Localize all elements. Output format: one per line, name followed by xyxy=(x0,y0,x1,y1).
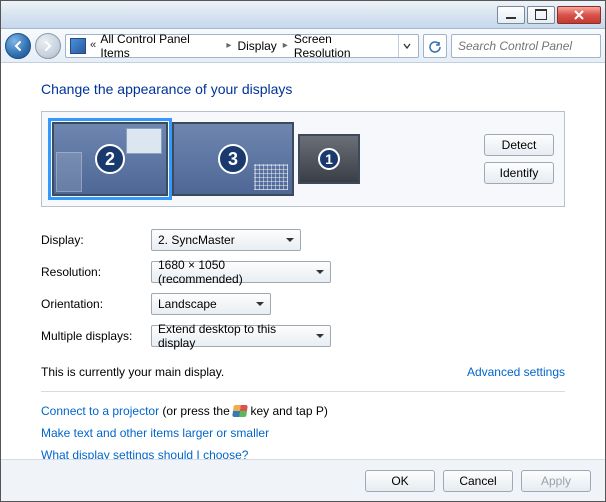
address-breadcrumb[interactable]: « All Control Panel Items ▸ Display ▸ Sc… xyxy=(65,34,419,58)
main-display-status: This is currently your main display. xyxy=(41,365,224,379)
projector-hint-a: (or press the xyxy=(159,404,233,418)
resolution-row: Resolution: 1680 × 1050 (recommended) xyxy=(41,261,565,283)
chevron-right-icon: ▸ xyxy=(281,40,290,51)
status-row: This is currently your main display. Adv… xyxy=(41,357,565,392)
search-input[interactable] xyxy=(456,38,606,54)
minimize-button[interactable] xyxy=(497,6,525,24)
monitor-2[interactable]: 2 xyxy=(52,122,168,196)
window-titlebar xyxy=(1,1,605,29)
calendar-thumbnail xyxy=(254,164,288,190)
orientation-row: Orientation: Landscape xyxy=(41,293,565,315)
chevron-right-icon: ▸ xyxy=(224,40,233,51)
screen-resolution-window: « All Control Panel Items ▸ Display ▸ Sc… xyxy=(0,0,606,502)
display-label: Display: xyxy=(41,233,151,247)
breadcrumb-item[interactable]: Display xyxy=(237,39,276,53)
monitor-1[interactable]: 1 xyxy=(298,134,360,184)
monitor-3[interactable]: 3 xyxy=(172,122,294,196)
detect-button[interactable]: Detect xyxy=(484,134,554,156)
orientation-value: Landscape xyxy=(158,297,217,311)
apply-button[interactable]: Apply xyxy=(521,470,591,492)
breadcrumb-item[interactable]: Screen Resolution xyxy=(294,32,390,60)
display-row: Display: 2. SyncMaster xyxy=(41,229,565,251)
resolution-value: 1680 × 1050 (recommended) xyxy=(158,258,310,286)
resolution-select[interactable]: 1680 × 1050 (recommended) xyxy=(151,261,331,283)
multiple-displays-row: Multiple displays: Extend desktop to thi… xyxy=(41,325,565,347)
monitors-group: 2 3 1 xyxy=(52,122,360,196)
display-select[interactable]: 2. SyncMaster xyxy=(151,229,301,251)
multiple-displays-value: Extend desktop to this display xyxy=(158,322,310,350)
identify-button[interactable]: Identify xyxy=(484,162,554,184)
monitor-number: 1 xyxy=(318,148,340,170)
monitor-number: 2 xyxy=(95,144,125,174)
page-title: Change the appearance of your displays xyxy=(41,81,565,97)
control-panel-icon xyxy=(70,38,86,54)
multiple-displays-label: Multiple displays: xyxy=(41,329,151,343)
projector-hint-b: key and tap P) xyxy=(247,404,328,418)
forward-button[interactable] xyxy=(35,33,61,59)
close-button[interactable] xyxy=(557,6,601,24)
breadcrumb-item[interactable]: All Control Panel Items xyxy=(100,32,220,60)
arrangement-buttons: Detect Identify xyxy=(484,134,554,184)
ok-button[interactable]: OK xyxy=(365,470,435,492)
multiple-displays-select[interactable]: Extend desktop to this display xyxy=(151,325,331,347)
display-value: 2. SyncMaster xyxy=(158,233,235,247)
resolution-label: Resolution: xyxy=(41,265,151,279)
what-settings-link[interactable]: What display settings should I choose? xyxy=(41,448,248,459)
projector-line: Connect to a projector (or press the key… xyxy=(41,404,565,418)
advanced-settings-link[interactable]: Advanced settings xyxy=(467,365,565,379)
orientation-label: Orientation: xyxy=(41,297,151,311)
orientation-select[interactable]: Landscape xyxy=(151,293,271,315)
refresh-button[interactable] xyxy=(423,34,447,58)
window-thumbnail xyxy=(126,128,162,154)
breadcrumb-dropdown[interactable] xyxy=(398,35,414,57)
navigation-bar: « All Control Panel Items ▸ Display ▸ Sc… xyxy=(1,29,605,63)
cancel-button[interactable]: Cancel xyxy=(443,470,513,492)
text-size-link[interactable]: Make text and other items larger or smal… xyxy=(41,426,269,440)
monitor-number: 3 xyxy=(218,144,248,174)
content-area: Change the appearance of your displays 2… xyxy=(1,63,605,459)
back-button[interactable] xyxy=(5,33,31,59)
windows-key-icon xyxy=(232,405,248,417)
breadcrumb-prefix: « xyxy=(90,40,97,52)
maximize-button[interactable] xyxy=(527,6,555,24)
taskbar-thumbnail xyxy=(56,152,82,192)
display-arrangement-area[interactable]: 2 3 1 Detect Identify xyxy=(41,111,565,207)
connect-projector-link[interactable]: Connect to a projector xyxy=(41,404,159,418)
search-box[interactable] xyxy=(451,34,601,58)
dialog-footer: OK Cancel Apply xyxy=(1,459,605,501)
